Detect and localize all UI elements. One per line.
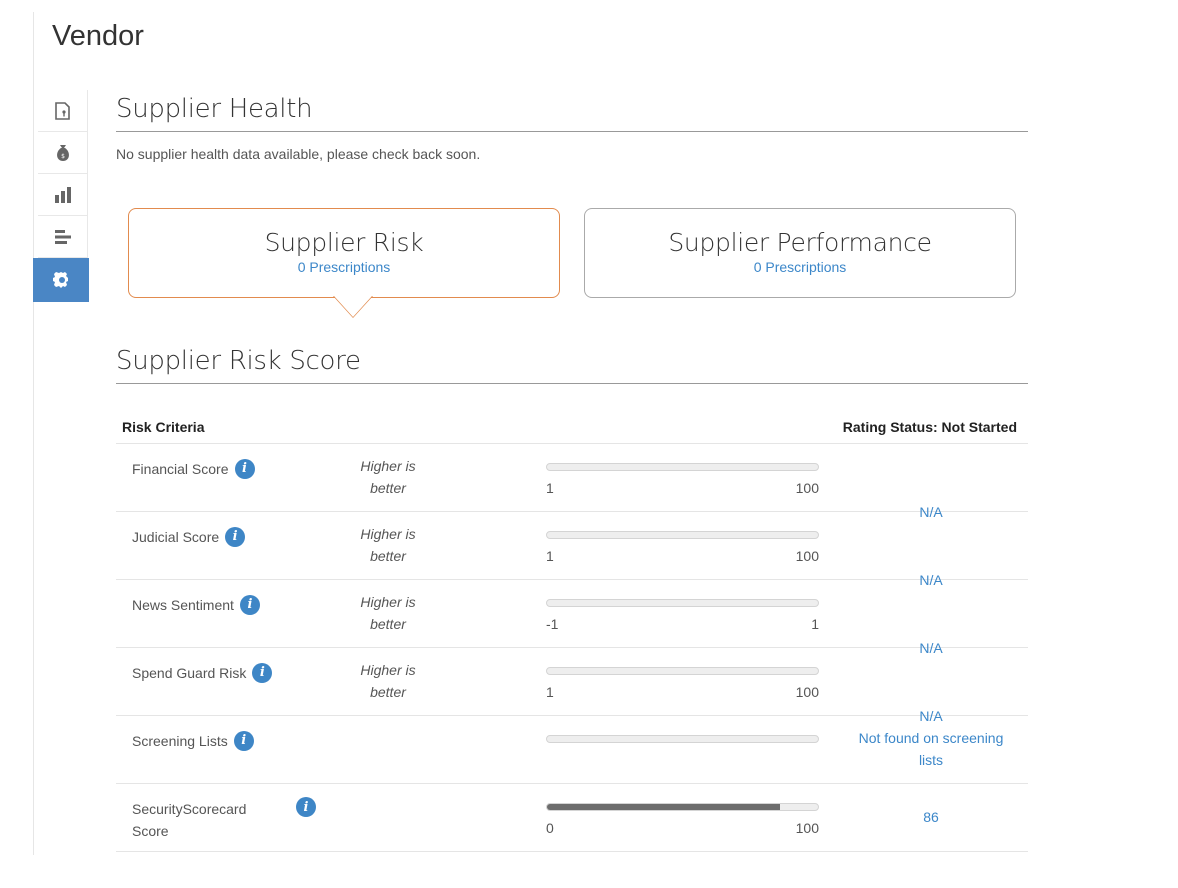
- score-bar: [546, 463, 819, 471]
- sidebar-item-chart[interactable]: [38, 174, 88, 216]
- sidebar: $: [33, 90, 89, 302]
- criteria-label: Financial Score: [132, 461, 229, 477]
- supplier-health-title: Supplier Health: [116, 94, 313, 124]
- criteria-name: Financial Score i: [132, 458, 255, 480]
- score-value-line: Not found on screening: [858, 730, 1004, 746]
- table-row: News Sentiment i Higher is better -1 1 N…: [116, 580, 1028, 656]
- risk-criteria-header: Risk Criteria: [122, 419, 205, 435]
- supplier-risk-score-title: Supplier Risk Score: [116, 346, 361, 376]
- supplier-risk-card[interactable]: Supplier Risk 0 Prescriptions: [128, 208, 560, 298]
- page-title: Vendor: [52, 20, 144, 52]
- criteria-name: News Sentiment i: [132, 594, 260, 616]
- horizontal-bars-icon: [53, 227, 73, 247]
- score-hint-line: Higher is: [360, 458, 416, 474]
- score-hint-line: better: [370, 616, 406, 632]
- score-min: 0: [546, 820, 554, 836]
- score-min: 1: [546, 548, 554, 564]
- criteria-name: Judicial Score i: [132, 526, 246, 548]
- sidebar-item-money[interactable]: $: [38, 132, 88, 174]
- money-bag-icon: $: [53, 143, 73, 163]
- document-icon: [53, 101, 73, 121]
- criteria-label: Spend Guard Risk: [132, 665, 247, 681]
- table-header: Risk Criteria Rating Status: Not Started: [116, 410, 1028, 444]
- score-hint: Higher is better: [348, 591, 428, 635]
- table-row: Financial Score i Higher is better 1 100…: [116, 444, 1028, 520]
- left-rule: [33, 12, 34, 855]
- score-min: -1: [546, 616, 559, 632]
- score-value[interactable]: Not found on screening lists: [832, 727, 1030, 771]
- score-hint: Higher is better: [348, 523, 428, 567]
- supplier-risk-title: Supplier Risk: [264, 228, 424, 257]
- info-icon[interactable]: i: [234, 459, 255, 479]
- svg-text:$: $: [61, 153, 65, 160]
- score-bar: [546, 803, 819, 811]
- criteria-label: SecurityScorecard Score: [132, 801, 247, 839]
- score-max: 100: [795, 684, 819, 700]
- score-max: 100: [795, 480, 819, 496]
- selected-card-pointer-inner: [334, 296, 372, 317]
- sidebar-item-settings[interactable]: [33, 258, 89, 302]
- info-icon[interactable]: i: [239, 595, 260, 615]
- score-hint-line: Higher is: [360, 662, 416, 678]
- score-hint-line: better: [370, 684, 406, 700]
- gear-icon: [51, 270, 71, 290]
- sidebar-item-bars[interactable]: [38, 216, 88, 258]
- section-divider: [116, 131, 1028, 132]
- score-hint-line: Higher is: [360, 594, 416, 610]
- score-bar: [546, 667, 819, 675]
- criteria-label: Judicial Score: [132, 529, 220, 545]
- criteria-label: Screening Lists: [132, 733, 228, 749]
- table-row: Screening Lists i Not found on screening…: [116, 716, 1028, 784]
- score-hint-line: Higher is: [360, 526, 416, 542]
- section-divider: [116, 383, 1028, 384]
- info-icon[interactable]: i: [296, 797, 316, 817]
- supplier-performance-card[interactable]: Supplier Performance 0 Prescriptions: [584, 208, 1016, 298]
- supplier-risk-prescriptions-link[interactable]: 0 Prescriptions: [129, 259, 559, 275]
- table-row: SecurityScorecard Score i 0 100 86: [116, 784, 1028, 852]
- info-icon[interactable]: i: [252, 663, 273, 683]
- bar-chart-icon: [53, 185, 73, 205]
- table-row: Judicial Score i Higher is better 1 100 …: [116, 512, 1028, 588]
- table-row: Spend Guard Risk i Higher is better 1 10…: [116, 648, 1028, 724]
- info-icon[interactable]: i: [225, 527, 246, 547]
- criteria-label: News Sentiment: [132, 597, 234, 613]
- supplier-performance-title: Supplier Performance: [668, 228, 932, 257]
- score-hint-line: better: [370, 548, 406, 564]
- score-bar: [546, 735, 819, 743]
- risk-criteria-table: Risk Criteria Rating Status: Not Started…: [116, 410, 1028, 852]
- score-hint: Higher is better: [348, 659, 428, 703]
- score-max: 100: [795, 548, 819, 564]
- score-value-line: lists: [918, 752, 944, 768]
- score-max: 1: [811, 616, 819, 632]
- score-bar-fill: [547, 804, 781, 810]
- score-bar: [546, 531, 819, 539]
- score-hint: Higher is better: [348, 455, 428, 499]
- criteria-name: SecurityScorecard Score: [132, 798, 272, 842]
- score-min: 1: [546, 480, 554, 496]
- supplier-performance-prescriptions-link[interactable]: 0 Prescriptions: [585, 259, 1015, 275]
- score-max: 100: [795, 820, 819, 836]
- sidebar-item-document[interactable]: [38, 90, 88, 132]
- score-value[interactable]: 86: [832, 806, 1030, 828]
- criteria-name: Screening Lists i: [132, 730, 254, 752]
- score-bar: [546, 599, 819, 607]
- score-min: 1: [546, 684, 554, 700]
- rating-status-header: Rating Status: Not Started: [842, 419, 1017, 435]
- info-icon[interactable]: i: [233, 731, 254, 751]
- criteria-name: Spend Guard Risk i: [132, 662, 273, 684]
- health-note: No supplier health data available, pleas…: [116, 146, 481, 162]
- score-hint-line: better: [370, 480, 406, 496]
